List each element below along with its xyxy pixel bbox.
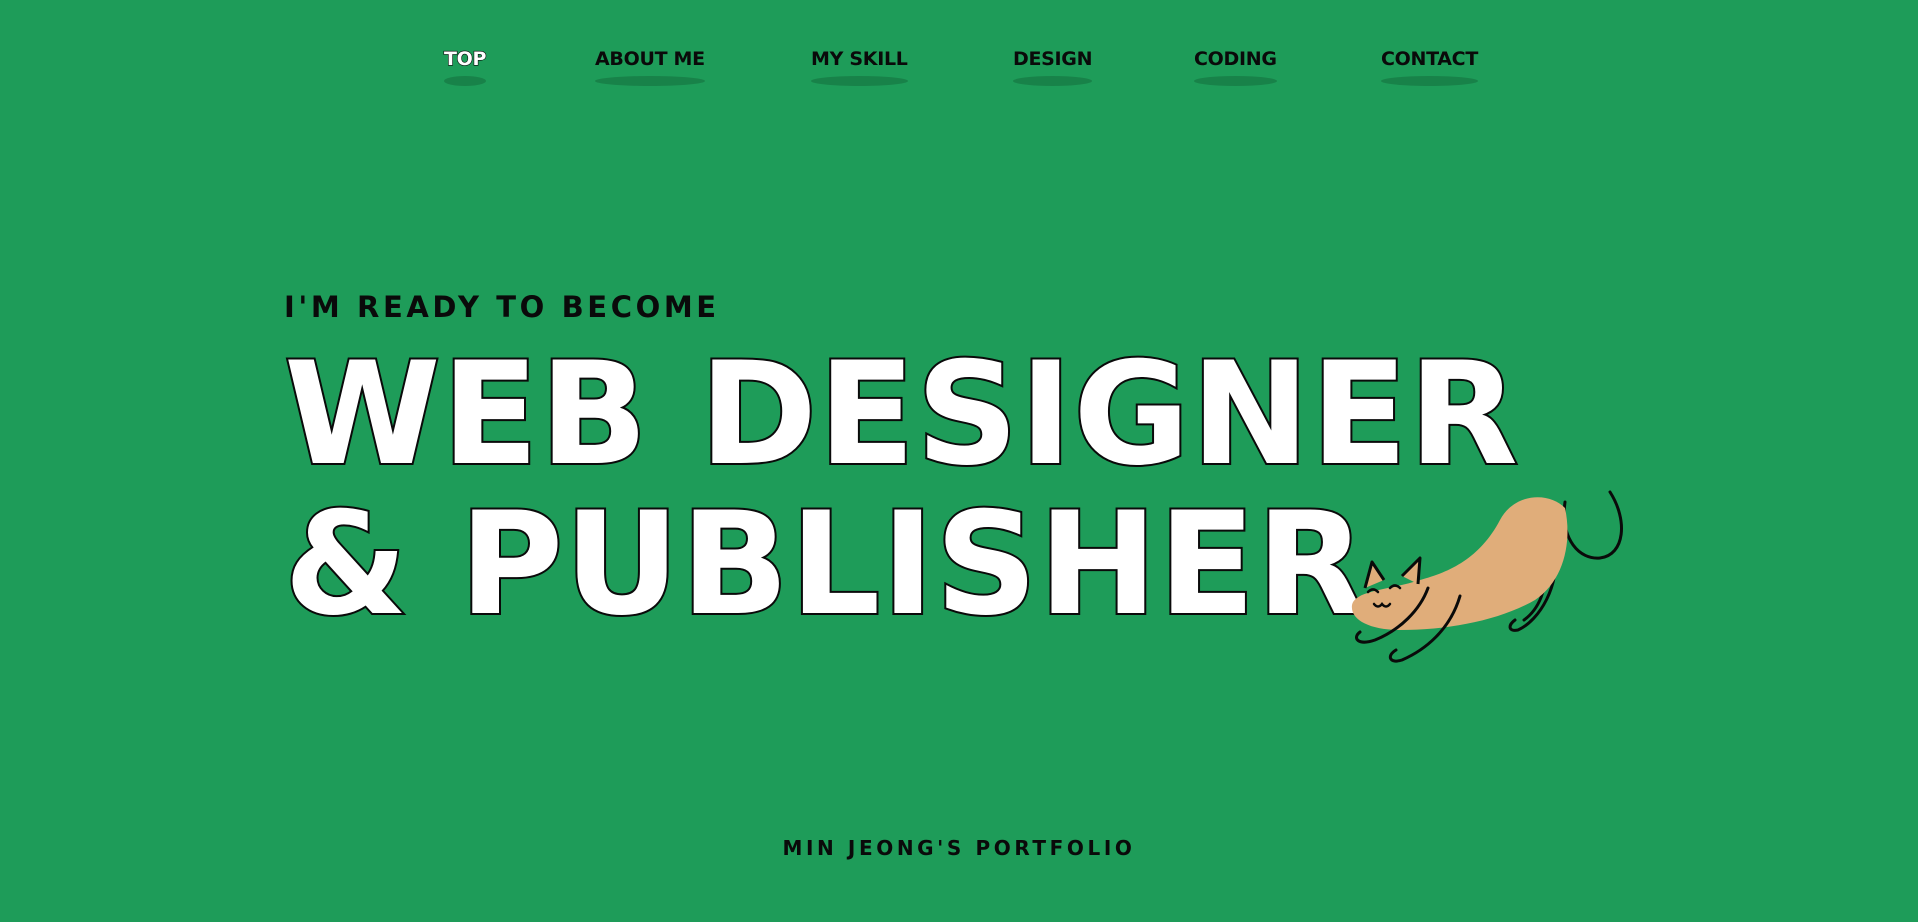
hero-headline-line2: & PUBLISHER (282, 482, 1368, 647)
nav-item-my-skill[interactable]: MY SKILL (811, 48, 908, 86)
hero-headline-line1: WEB DESIGNER (282, 332, 1520, 497)
cat-tail (1562, 490, 1623, 560)
nav-item-label: CONTACT (1381, 48, 1478, 70)
nav-item-label: CODING (1194, 48, 1277, 70)
nav-item-contact[interactable]: CONTACT (1381, 48, 1478, 86)
nav-item-label: ABOUT ME (595, 48, 705, 70)
nav-item-shadow (811, 76, 908, 86)
nav-item-top[interactable]: TOP (443, 47, 487, 86)
nav-item-shadow (1194, 76, 1277, 86)
cat-ear-left (1363, 560, 1386, 589)
main-nav: TOP ABOUT ME MY SKILL DESIGN CODING CONT… (0, 47, 1918, 92)
nav-item-about-me[interactable]: ABOUT ME (595, 48, 705, 86)
nav-item-coding[interactable]: CODING (1194, 48, 1277, 86)
hero-subtitle: I'M READY TO BECOME (284, 290, 720, 324)
nav-item-label: DESIGN (1013, 48, 1093, 70)
nav-item-shadow (1381, 76, 1478, 86)
nav-item-label: TOP (443, 47, 487, 70)
nav-item-shadow (444, 76, 487, 86)
nav-item-shadow (595, 76, 705, 86)
nav-item-shadow (1013, 76, 1093, 86)
portfolio-footer-label: MIN JEONG'S PORTFOLIO (782, 836, 1136, 860)
cat-ear-right (1400, 556, 1422, 585)
portfolio-page: TOP ABOUT ME MY SKILL DESIGN CODING CONT… (0, 0, 1918, 922)
nav-item-label: MY SKILL (811, 48, 908, 70)
stretching-cat-illustration (1351, 490, 1623, 663)
nav-item-design[interactable]: DESIGN (1013, 48, 1093, 86)
